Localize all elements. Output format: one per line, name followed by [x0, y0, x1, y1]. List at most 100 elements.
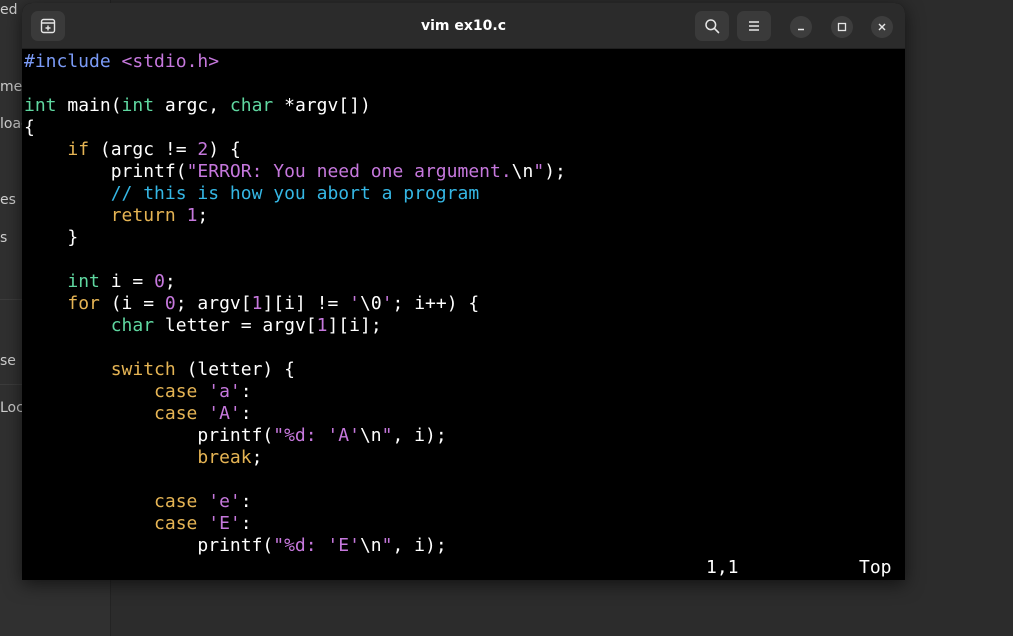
code-line[interactable]: }	[22, 227, 905, 249]
code-token: int	[121, 95, 155, 116]
bg-sidebar-item-other-locations[interactable]: Loc	[0, 400, 24, 416]
maximize-icon	[837, 22, 847, 32]
menu-button[interactable]	[737, 11, 771, 41]
code-token: :	[240, 381, 252, 402]
code-line[interactable]	[22, 73, 905, 95]
code-line[interactable]	[22, 249, 905, 271]
code-line[interactable]: case 'E':	[22, 513, 905, 535]
code-line[interactable]: int main(int argc, char *argv[])	[22, 95, 905, 117]
code-token: letter = argv[	[154, 315, 317, 336]
code-line[interactable]: case 'a':	[22, 381, 905, 403]
code-token: "ERROR: You need one argument.	[186, 161, 512, 182]
code-token: 2	[197, 139, 209, 160]
vim-editor-buffer[interactable]: #include <stdio.h> int main(int argc, ch…	[22, 51, 905, 557]
new-tab-button[interactable]	[31, 11, 65, 41]
bg-sidebar-item-recent[interactable]: ed	[0, 2, 18, 18]
window-title: vim ex10.c	[420, 18, 506, 34]
code-token: :	[240, 491, 252, 512]
code-token: ; i++) {	[392, 293, 480, 314]
code-line[interactable]: for (i = 0; argv[1][i] != '\0'; i++) {	[22, 293, 905, 315]
code-token: "%d: 'A'	[273, 425, 360, 446]
code-token: {	[24, 117, 35, 138]
code-token: }	[24, 227, 79, 248]
close-button[interactable]	[871, 16, 893, 38]
code-token: i =	[99, 271, 155, 292]
code-line[interactable]: case 'A':	[22, 403, 905, 425]
code-line[interactable]: break;	[22, 447, 905, 469]
code-token: 1	[186, 205, 198, 226]
minimize-button[interactable]	[790, 16, 812, 38]
code-line[interactable]: int i = 0;	[22, 271, 905, 293]
code-line[interactable]: printf("ERROR: You need one argument.\n"…	[22, 161, 905, 183]
terminal-titlebar[interactable]: vim ex10.c	[22, 3, 905, 49]
code-token: char	[110, 315, 155, 336]
code-line[interactable]	[22, 337, 905, 359]
code-token: argc,	[154, 95, 230, 116]
scroll-position: Top	[859, 557, 892, 578]
code-token: 'e'	[208, 491, 241, 512]
code-token: printf(	[24, 425, 274, 446]
code-token: 0	[164, 293, 176, 314]
code-token: return	[110, 205, 176, 226]
bg-sidebar-item-pictures[interactable]: es	[0, 192, 16, 208]
code-line[interactable]	[22, 469, 905, 491]
code-token: int	[24, 95, 57, 116]
code-token: :	[240, 403, 252, 424]
code-line[interactable]: char letter = argv[1][i];	[22, 315, 905, 337]
code-token: if	[67, 139, 90, 160]
code-token: 'E'	[208, 513, 241, 534]
code-token: case	[154, 491, 198, 512]
bg-sidebar-item-videos[interactable]: s	[0, 230, 7, 246]
new-tab-icon	[40, 18, 56, 34]
code-token: ][i];	[327, 315, 382, 336]
code-token: switch	[110, 359, 176, 380]
hamburger-menu-icon	[749, 21, 759, 31]
code-token: \n	[359, 425, 382, 446]
code-token: \n	[511, 161, 534, 182]
code-line[interactable]: return 1;	[22, 205, 905, 227]
code-token: (argc !=	[89, 139, 198, 160]
code-token: \0	[360, 293, 382, 314]
code-token: \n	[359, 535, 382, 556]
search-button[interactable]	[695, 11, 729, 41]
code-line[interactable]: #include <stdio.h>	[22, 51, 905, 73]
code-token: case	[154, 381, 198, 402]
code-line[interactable]: switch (letter) {	[22, 359, 905, 381]
code-token: "	[533, 161, 545, 182]
code-token: ;	[251, 447, 263, 468]
bg-sidebar-item-trash[interactable]: se	[0, 353, 16, 369]
code-token: ;	[197, 205, 209, 226]
code-token: ][i] !=	[262, 293, 350, 314]
code-token: break	[197, 447, 252, 468]
terminal-window: vim ex10.c #include <stdio.h> int main(i…	[22, 3, 905, 580]
code-token: '	[381, 293, 393, 314]
cursor-position: 1,1	[706, 557, 739, 578]
code-token: );	[544, 161, 566, 182]
code-line[interactable]: case 'e':	[22, 491, 905, 513]
code-line[interactable]: // this is how you abort a program	[22, 183, 905, 205]
code-line[interactable]: printf("%d: 'E'\n", i);	[22, 535, 905, 557]
code-token: main(	[56, 95, 122, 116]
code-token: 1	[251, 293, 263, 314]
code-token: , i);	[392, 535, 447, 556]
code-token: "%d: 'E'	[273, 535, 360, 556]
code-token: *argv[])	[273, 95, 371, 116]
code-line[interactable]: printf("%d: 'A'\n", i);	[22, 425, 905, 447]
code-token: ;	[164, 271, 176, 292]
code-line[interactable]: {	[22, 117, 905, 139]
code-line[interactable]: if (argc != 2) {	[22, 139, 905, 161]
search-icon	[705, 19, 720, 34]
maximize-button[interactable]	[831, 16, 853, 38]
code-token: printf(	[24, 161, 187, 182]
code-token: // this is how you abort a program	[110, 183, 480, 204]
